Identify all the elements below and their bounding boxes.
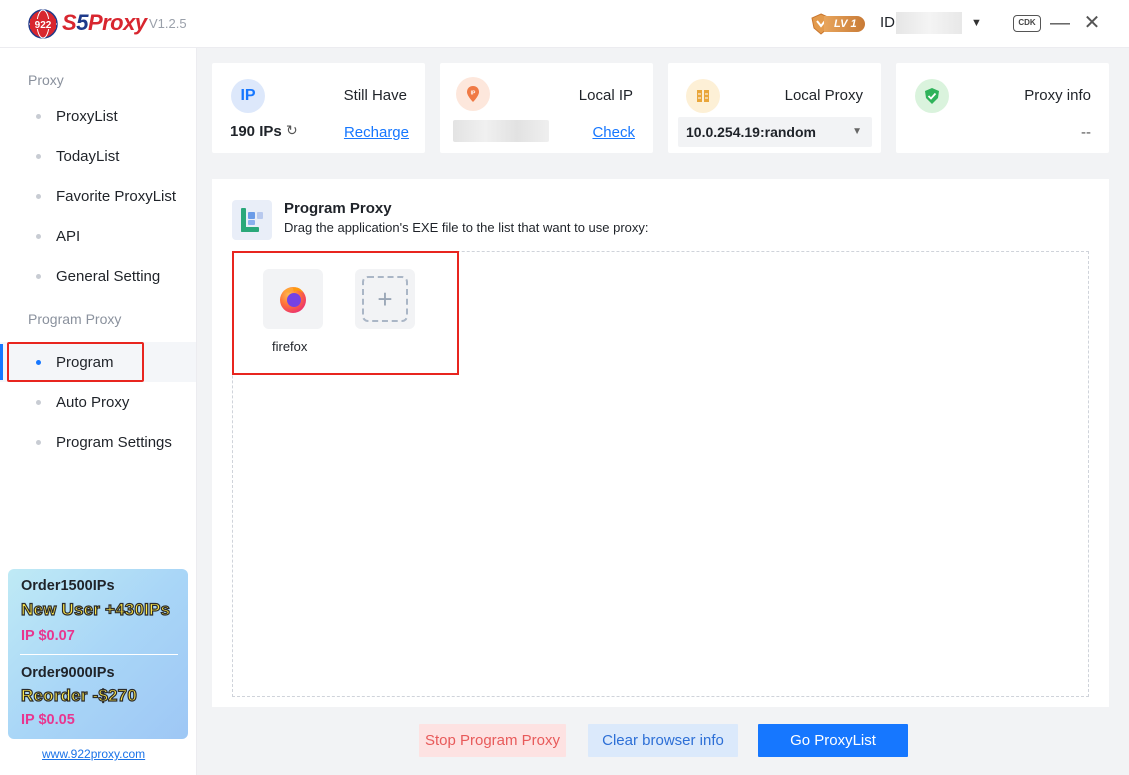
- sidebar-item-todaylist[interactable]: TodayList: [0, 136, 196, 176]
- program-proxy-title: Program Proxy: [284, 200, 392, 217]
- local-ip-redacted: [453, 120, 549, 142]
- ip-balance-card: IP Still Have 190 IPs ↻ Recharge: [212, 63, 425, 153]
- bullet-icon: [36, 439, 41, 445]
- shield-check-icon: [915, 79, 949, 113]
- caret-down-icon[interactable]: ▼: [971, 17, 982, 29]
- local-proxy-card: Local Proxy 10.0.254.19:random ▼: [668, 63, 881, 153]
- clear-browser-info-button[interactable]: Clear browser info: [588, 724, 738, 757]
- minimize-icon[interactable]: —: [1048, 10, 1072, 36]
- program-list-icon: [232, 200, 272, 240]
- recharge-link[interactable]: Recharge: [344, 124, 409, 141]
- still-have-label: Still Have: [343, 87, 407, 104]
- local-proxy-label: Local Proxy: [784, 87, 863, 104]
- sidebar-item-general-setting[interactable]: General Setting: [0, 256, 196, 296]
- svg-text:IP: IP: [471, 91, 476, 97]
- promo-headline1: New User +430IPs: [20, 599, 171, 619]
- promo-order1: Order1500IPs: [21, 578, 115, 594]
- promo-headline2: Reorder -$270: [20, 685, 137, 705]
- caret-down-icon: ▼: [852, 126, 862, 137]
- check-link[interactable]: Check: [592, 124, 635, 141]
- highlight-box-apps: [232, 251, 459, 375]
- sidebar-item-auto-proxy[interactable]: Auto Proxy: [0, 382, 196, 422]
- level-badge: LV 1: [810, 13, 865, 35]
- title-bar: 922 S5Proxy V1.2.5 LV 1 ID: ▼ CDK — ✕: [0, 0, 1129, 48]
- brand-name: S5Proxy: [62, 10, 147, 35]
- sidebar-item-api[interactable]: API: [0, 216, 196, 256]
- promo-divider: [20, 654, 178, 655]
- promo-order2: Order9000IPs: [21, 665, 115, 681]
- cdk-button[interactable]: CDK: [1013, 15, 1041, 32]
- location-pin-icon: IP: [456, 77, 490, 111]
- main-content: IP Still Have 190 IPs ↻ Recharge IP Loca…: [197, 48, 1129, 775]
- ip-count: 190 IPs: [230, 123, 282, 140]
- ip-icon: IP: [231, 79, 265, 113]
- sidebar-item-favorite-proxylist[interactable]: Favorite ProxyList: [0, 176, 196, 216]
- sidebar-section-program-proxy: Program Proxy: [28, 311, 122, 327]
- bullet-icon: [36, 273, 41, 279]
- app-version: V1.2.5: [149, 16, 187, 31]
- promo-banner[interactable]: Order1500IPs New User +430IPs IP $0.07 O…: [8, 569, 188, 739]
- bullet-icon: [36, 113, 41, 119]
- active-indicator: [0, 344, 3, 380]
- website-link[interactable]: www.922proxy.com: [42, 747, 145, 761]
- sidebar-section-proxy: Proxy: [28, 72, 64, 88]
- bullet-icon: [36, 233, 41, 239]
- local-ip-card: IP Local IP Check: [440, 63, 653, 153]
- bullet-icon: [36, 193, 41, 199]
- proxy-info-card: Proxy info --: [896, 63, 1109, 153]
- promo-price2: IP $0.05: [21, 712, 75, 728]
- program-proxy-instructions: Drag the application's EXE file to the l…: [284, 220, 649, 235]
- proxy-info-value: --: [1081, 124, 1091, 141]
- sidebar-item-program-settings[interactable]: Program Settings: [0, 422, 196, 462]
- svg-text:922: 922: [35, 20, 52, 31]
- local-ip-label: Local IP: [578, 87, 633, 104]
- level-label: LV 1: [824, 16, 865, 32]
- sidebar: Proxy ProxyList TodayList Favorite Proxy…: [0, 48, 197, 775]
- bullet-icon: [36, 399, 41, 405]
- go-proxylist-button[interactable]: Go ProxyList: [758, 724, 908, 757]
- server-icon: [686, 79, 720, 113]
- proxy-info-label: Proxy info: [1024, 87, 1091, 104]
- promo-price1: IP $0.07: [21, 628, 75, 644]
- globe-logo-icon: 922: [28, 9, 58, 39]
- sidebar-item-proxylist[interactable]: ProxyList: [0, 96, 196, 136]
- local-proxy-select[interactable]: 10.0.254.19:random ▼: [678, 117, 872, 147]
- bullet-icon: [36, 153, 41, 159]
- refresh-icon[interactable]: ↻: [286, 122, 298, 139]
- highlight-box-program: [7, 342, 144, 382]
- close-icon[interactable]: ✕: [1080, 10, 1104, 36]
- user-id-redacted: [896, 12, 962, 34]
- stop-program-proxy-button[interactable]: Stop Program Proxy: [419, 724, 566, 757]
